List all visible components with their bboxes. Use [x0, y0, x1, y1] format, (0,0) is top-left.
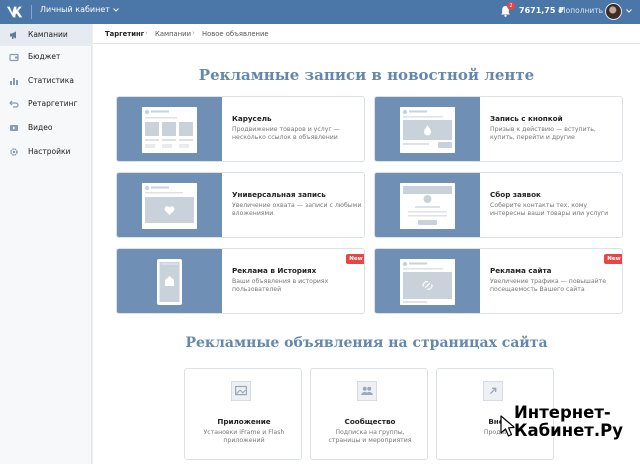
topup-link[interactable]: Пополнить: [560, 6, 603, 15]
card-title: Универсальная запись: [232, 190, 326, 199]
sidebar-item-label: Кампании: [28, 30, 68, 39]
app-icon: [231, 381, 251, 401]
leads-preview-icon: [400, 183, 455, 229]
cabinet-menu[interactable]: Личный кабинет: [40, 5, 119, 14]
balance-value: 7671,75 ₽: [519, 6, 564, 15]
external-icon: [483, 381, 503, 401]
breadcrumb-campaigns[interactable]: Кампании: [155, 30, 191, 38]
breadcrumb-sep: ›: [145, 29, 148, 37]
card-description: Увеличение трафика — повышайте посещаемо…: [490, 278, 607, 293]
retarget-icon: [9, 100, 19, 108]
card-thumbnail: [375, 173, 480, 237]
button-post-preview-icon: [400, 107, 455, 153]
ad-card-site[interactable]: Реклама сайта Увеличение трафика — повыш…: [374, 248, 623, 314]
sidebar: Кампании Бюджет Статистика Ретаргетинг В…: [0, 24, 92, 464]
sidebar-item-budget[interactable]: Бюджет: [0, 46, 92, 68]
ad-card-community[interactable]: Сообщество Подписка на группы, страницы …: [310, 368, 428, 460]
card-title: Реклама в Историях: [232, 266, 317, 275]
card-thumbnail: [117, 173, 222, 237]
ad-card-leads[interactable]: Сбор заявок Соберите контакты тех, кому …: [374, 172, 623, 238]
sidebar-item-video[interactable]: Видео: [0, 117, 92, 139]
breadcrumb-current: Новое объявление: [202, 30, 269, 38]
card-title: Запись с кнопкой: [490, 114, 563, 123]
community-icon: [357, 381, 377, 401]
card-description: Призыв к действию — вступить, купить, пе…: [490, 126, 596, 141]
card-description: Продвижение товаров и услуг — несколько …: [232, 126, 340, 141]
stats-icon: [10, 78, 18, 85]
sidebar-item-label: Статистика: [28, 76, 74, 85]
gear-icon: [10, 148, 18, 156]
notification-badge: 2: [507, 2, 515, 10]
ad-card-button-post[interactable]: Запись с кнопкой Призыв к действию — вст…: [374, 96, 623, 162]
breadcrumb-targeting[interactable]: Таргетинг: [105, 30, 144, 38]
universal-preview-icon: [142, 183, 197, 229]
card-thumbnail: [375, 97, 480, 161]
card-title: Сбор заявок: [490, 190, 541, 199]
top-bar: Личный кабинет 2 7671,75 ₽ Пополнить: [0, 0, 640, 24]
cabinet-label: Личный кабинет: [40, 5, 110, 14]
carousel-preview-icon: [142, 107, 197, 153]
breadcrumb: Таргетинг › Кампании › Новое объявление: [93, 24, 640, 44]
card-description: Увеличение охвата — записи с любыми влож…: [232, 202, 362, 217]
new-badge: New: [346, 254, 364, 264]
sidebar-item-campaigns[interactable]: Кампании: [0, 24, 92, 46]
card-description: Соберите контакты тех, кому интересны ва…: [490, 202, 609, 217]
section-title-feed: Рекламные записи в новостной ленте: [198, 66, 535, 84]
section-title-site: Рекламные объявления на страницах сайта: [185, 335, 548, 351]
ad-card-app[interactable]: Приложение Установки iFrame и Flash прил…: [184, 368, 302, 460]
ad-card-stories[interactable]: Реклама в Историях Ваши объявления в ист…: [116, 248, 365, 314]
top-divider: [31, 5, 32, 19]
card-thumbnail: [375, 249, 480, 313]
card-title: Карусель: [232, 114, 272, 123]
sidebar-item-label: Ретаргетинг: [28, 99, 78, 108]
card-description: Установки iFrame и Flash приложений: [203, 429, 285, 444]
new-badge: New: [604, 254, 622, 264]
sidebar-item-settings[interactable]: Настройки: [0, 141, 92, 163]
vk-logo-icon[interactable]: [6, 4, 24, 20]
card-thumbnail: [117, 249, 222, 313]
card-title: Реклама сайта: [490, 266, 552, 275]
sidebar-item-retargeting[interactable]: Ретаргетинг: [0, 93, 92, 115]
sidebar-item-label: Видео: [28, 123, 53, 132]
chevron-down-icon[interactable]: [626, 8, 632, 14]
chevron-down-icon: [113, 7, 119, 12]
ad-card-universal[interactable]: Универсальная запись Увеличение охвата —…: [116, 172, 365, 238]
ad-card-carousel[interactable]: Карусель Продвижение товаров и услуг — н…: [116, 96, 365, 162]
stories-preview-icon: [157, 259, 182, 305]
card-title: Сообщество: [344, 417, 396, 426]
site-preview-icon: [400, 259, 455, 305]
sidebar-item-label: Бюджет: [28, 52, 61, 61]
breadcrumb-sep: ›: [192, 29, 195, 37]
main-content: Рекламные записи в новостной ленте Карус…: [93, 44, 640, 464]
card-description: Ваши объявления в историях пользователей: [232, 278, 329, 293]
sidebar-item-stats[interactable]: Статистика: [0, 70, 92, 92]
card-title: Приложение: [217, 417, 271, 426]
watermark-text: Интернет-Кабинет.Ру: [514, 403, 623, 440]
card-thumbnail: [117, 97, 222, 161]
wallet-icon: [9, 53, 19, 62]
sidebar-item-label: Настройки: [28, 147, 71, 156]
card-description: Подписка на группы, страницы и мероприят…: [328, 429, 412, 444]
megaphone-icon: [10, 31, 16, 39]
avatar[interactable]: [605, 3, 622, 20]
video-icon: [10, 125, 18, 131]
